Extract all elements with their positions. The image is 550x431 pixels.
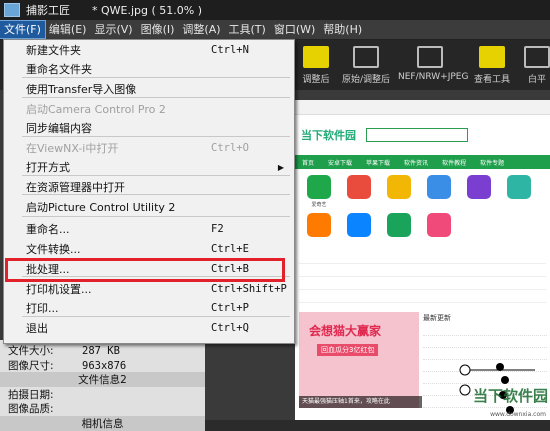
web-app-icon bbox=[459, 175, 499, 213]
web-app-icon bbox=[339, 213, 379, 251]
web-logo: 当下软件园 bbox=[301, 129, 356, 142]
file-menu-item-12[interactable]: 打印机设置... Ctrl+Shift+P bbox=[4, 280, 294, 299]
shoot-date-row: 拍摄日期: bbox=[8, 389, 54, 401]
file-menu-item-13[interactable]: 打印... Ctrl+P bbox=[4, 299, 294, 318]
web-app-grid: 爱奇艺 bbox=[295, 169, 550, 251]
app-name: 捕影工匠 bbox=[26, 4, 70, 17]
file-menu-item-9[interactable]: 重命名... F2 bbox=[4, 220, 294, 239]
web-row bbox=[299, 277, 546, 290]
menu-3[interactable]: 图像(I) bbox=[137, 21, 179, 38]
web-nav: 首页 安卓下载 苹果下载 软件资讯 软件教程 软件专题 bbox=[295, 155, 550, 169]
file-menu-item-14[interactable]: 退出 Ctrl+Q bbox=[4, 319, 294, 338]
file-menu-item-3: 启动Camera Control Pro 2 bbox=[26, 103, 166, 116]
raw-jpeg-icon bbox=[417, 46, 443, 68]
file-menu-item-6[interactable]: 打开方式 ▶ bbox=[4, 158, 294, 177]
submenu-arrow-icon: ▶ bbox=[277, 163, 284, 172]
menu-2[interactable]: 显示(V) bbox=[90, 21, 136, 38]
app-icon bbox=[4, 3, 20, 17]
document-title: * QWE.jpg ( 51.0% ) bbox=[92, 3, 203, 17]
camera-info-header[interactable]: 相机信息 bbox=[0, 416, 205, 431]
file-menu-item-10[interactable]: 文件转换... Ctrl+E bbox=[4, 240, 294, 259]
white-balance-icon bbox=[524, 46, 550, 68]
file-menu-item-2[interactable]: 使用Transfer导入图像 bbox=[4, 80, 294, 99]
file-menu-item-4[interactable]: 同步编辑内容 bbox=[4, 119, 294, 138]
image-size-row: 图像尺寸: 963x876 bbox=[8, 360, 127, 372]
web-nav-item: 安卓下载 bbox=[328, 159, 353, 167]
file-info2-header[interactable]: 文件信息2 bbox=[0, 372, 205, 387]
tools-icon bbox=[479, 46, 505, 68]
web-app-icon bbox=[379, 213, 419, 251]
web-row bbox=[299, 264, 546, 277]
web-row bbox=[299, 251, 546, 264]
file-menu-dropdown: 新建文件夹 Ctrl+N 重命名文件夹 使用Transfer导入图像启动Camera … bbox=[3, 39, 295, 344]
file-menu-item-5: 在ViewNX-i中打开 Ctrl+O bbox=[26, 142, 249, 155]
before-after-button[interactable]: 原始/调整后 bbox=[338, 44, 394, 85]
web-app-icon bbox=[419, 175, 459, 213]
file-menu-item-8[interactable]: 启动Picture Control Utility 2 bbox=[4, 198, 294, 217]
after-adjust-button[interactable]: 调整后 bbox=[296, 44, 336, 85]
nef-jpeg-button[interactable]: NEF/NRW+JPEG bbox=[398, 44, 468, 82]
title-bar: 捕影工匠 * QWE.jpg ( 51.0% ) bbox=[0, 0, 550, 20]
web-app-icon bbox=[339, 175, 379, 213]
quality-row: 图像品质: bbox=[8, 403, 54, 415]
file-menu-item-1[interactable]: 重命名文件夹 bbox=[4, 60, 294, 79]
web-app-icon bbox=[299, 213, 339, 251]
view-mode-icon bbox=[303, 46, 329, 68]
web-nav-item: 首页 bbox=[302, 159, 315, 167]
menu-4[interactable]: 调整(A) bbox=[178, 21, 224, 38]
web-header: 当下软件园 bbox=[295, 115, 550, 155]
web-app-icon bbox=[379, 175, 419, 213]
menu-bar: 文件(F) 编辑(E) 显示(V) 图像(I) 调整(A) 工具(T) 窗口(W) 帮助(H) bbox=[0, 20, 550, 40]
highlight-box bbox=[5, 258, 285, 282]
menu-5[interactable]: 工具(T) bbox=[225, 21, 270, 38]
white-balance-button[interactable]: 白平 bbox=[524, 44, 550, 85]
menu-7[interactable]: 帮助(H) bbox=[319, 21, 366, 38]
web-app-icon bbox=[499, 175, 539, 213]
menu-1[interactable]: 编辑(E) bbox=[45, 21, 91, 38]
watermark-url: www.downxia.com bbox=[490, 411, 546, 418]
menu-6[interactable]: 窗口(W) bbox=[270, 21, 319, 38]
file-menu-item-7[interactable]: 在资源管理器中打开 bbox=[4, 178, 294, 197]
web-search-box bbox=[366, 128, 468, 142]
file-size-row: 文件大小: 287 KB bbox=[8, 345, 120, 357]
web-top-strip bbox=[295, 100, 550, 115]
web-nav-item: 苹果下载 bbox=[366, 159, 391, 167]
web-banner: 会想猫大赢家 回血瓜分3亿红包 天猫最强猫压轴1首来，攻略在此 bbox=[299, 312, 422, 408]
web-nav-item: 软件资讯 bbox=[404, 159, 429, 167]
compare-icon bbox=[353, 46, 379, 68]
web-app-icon bbox=[419, 213, 459, 251]
web-nav-item: 软件专题 bbox=[480, 159, 505, 167]
view-tools-button[interactable]: 查看工具 bbox=[470, 44, 514, 85]
web-nav-item: 软件教程 bbox=[442, 159, 467, 167]
web-app-icon: 爱奇艺 bbox=[299, 175, 339, 213]
preview-image: 当下软件园 首页 安卓下载 苹果下载 软件资讯 软件教程 软件专题 爱奇艺 会想猫大赢家 … bbox=[295, 100, 550, 420]
file-info-panel: 文件大小: 287 KB 图像尺寸: 963x876 文件信息2 拍摄日期: 图像品… bbox=[0, 340, 205, 431]
menu-0[interactable]: 文件(F) bbox=[0, 20, 46, 39]
web-row bbox=[299, 290, 546, 303]
web-link-rows bbox=[295, 251, 550, 303]
watermark: 当下软件园 bbox=[472, 387, 548, 405]
file-menu-item-0[interactable]: 新建文件夹 Ctrl+N bbox=[4, 41, 294, 60]
